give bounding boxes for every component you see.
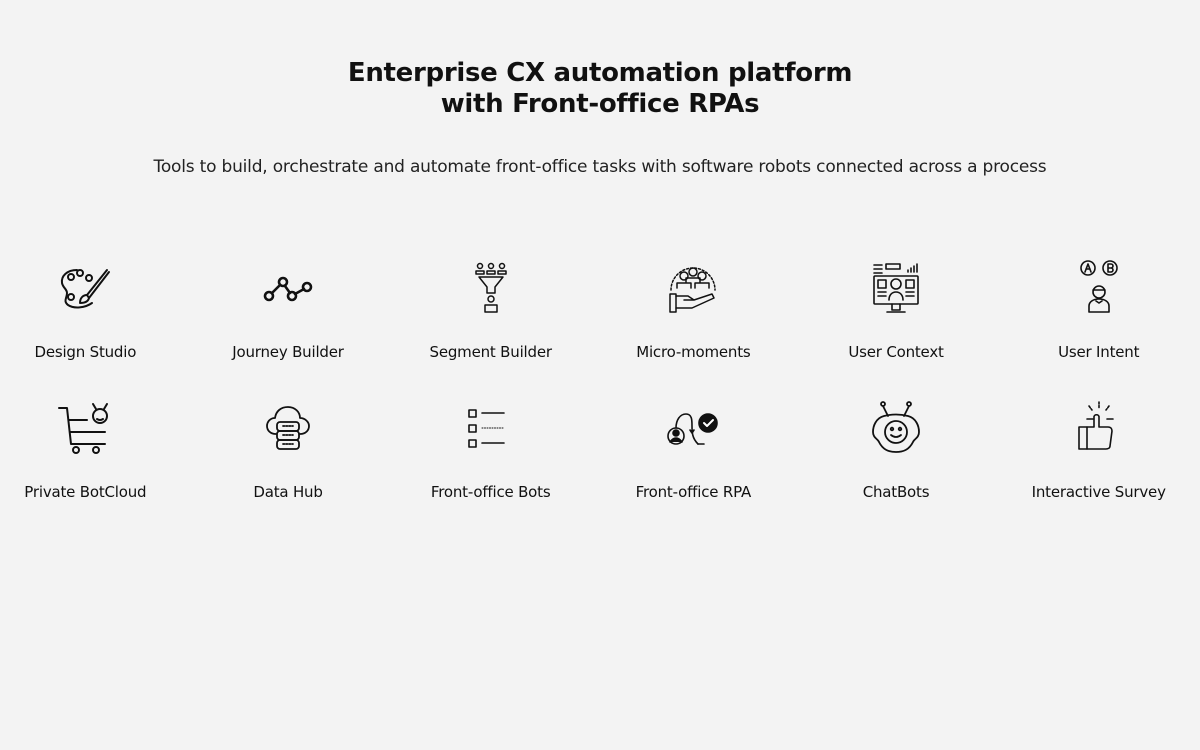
feature-label: Front-office Bots xyxy=(430,483,551,501)
feature-front-office-rpa[interactable]: Front-office RPA xyxy=(592,398,795,508)
checklist-icon xyxy=(461,398,521,458)
feature-grid-row-1: Design Studio Journey Builder Segment Bu… xyxy=(0,258,1200,368)
robot-face-icon xyxy=(866,398,926,458)
feature-label: ChatBots xyxy=(862,483,930,501)
feature-user-intent[interactable]: User Intent xyxy=(997,258,1200,368)
feature-label: Interactive Survey xyxy=(1031,483,1166,501)
feature-journey-builder[interactable]: Journey Builder xyxy=(187,258,390,368)
monitor-user-icon xyxy=(866,258,926,318)
user-choice-icon xyxy=(1069,258,1129,318)
cloud-database-icon xyxy=(258,398,318,458)
thumbs-up-icon xyxy=(1069,398,1129,458)
workflow-check-icon xyxy=(663,398,723,458)
feature-label: Private BotCloud xyxy=(24,483,147,501)
feature-private-botcloud[interactable]: Private BotCloud xyxy=(0,398,187,508)
funnel-users-icon xyxy=(461,258,521,318)
feature-label: Journey Builder xyxy=(232,343,344,361)
feature-label: Micro-moments xyxy=(636,343,751,361)
feature-design-studio[interactable]: Design Studio xyxy=(0,258,187,368)
feature-label: Design Studio xyxy=(34,343,137,361)
journey-nodes-icon xyxy=(258,258,318,318)
page-title-line-1: Enterprise CX automation platform xyxy=(347,58,853,88)
page-title-line-2: with Front-office RPAs xyxy=(440,89,760,119)
feature-chatbots[interactable]: ChatBots xyxy=(795,398,998,508)
feature-micro-moments[interactable]: Micro-moments xyxy=(592,258,795,368)
feature-label: User Intent xyxy=(1058,343,1140,361)
palette-icon xyxy=(55,258,115,318)
feature-interactive-survey[interactable]: Interactive Survey xyxy=(997,398,1200,508)
feature-data-hub[interactable]: Data Hub xyxy=(187,398,390,508)
page-title: Enterprise CX automation platform with F… xyxy=(0,58,1200,120)
hand-group-icon xyxy=(663,258,723,318)
feature-segment-builder[interactable]: Segment Builder xyxy=(389,258,592,368)
feature-front-office-bots[interactable]: Front-office Bots xyxy=(389,398,592,508)
feature-label: User Context xyxy=(848,343,944,361)
feature-user-context[interactable]: User Context xyxy=(795,258,998,368)
feature-grid-row-2: Private BotCloud Data Hub Front-office B… xyxy=(0,398,1200,508)
feature-label: Segment Builder xyxy=(429,343,553,361)
feature-label: Front-office RPA xyxy=(635,483,752,501)
cart-bot-icon xyxy=(55,398,115,458)
page-subtitle: Tools to build, orchestrate and automate… xyxy=(153,157,1047,177)
feature-label: Data Hub xyxy=(253,483,323,501)
